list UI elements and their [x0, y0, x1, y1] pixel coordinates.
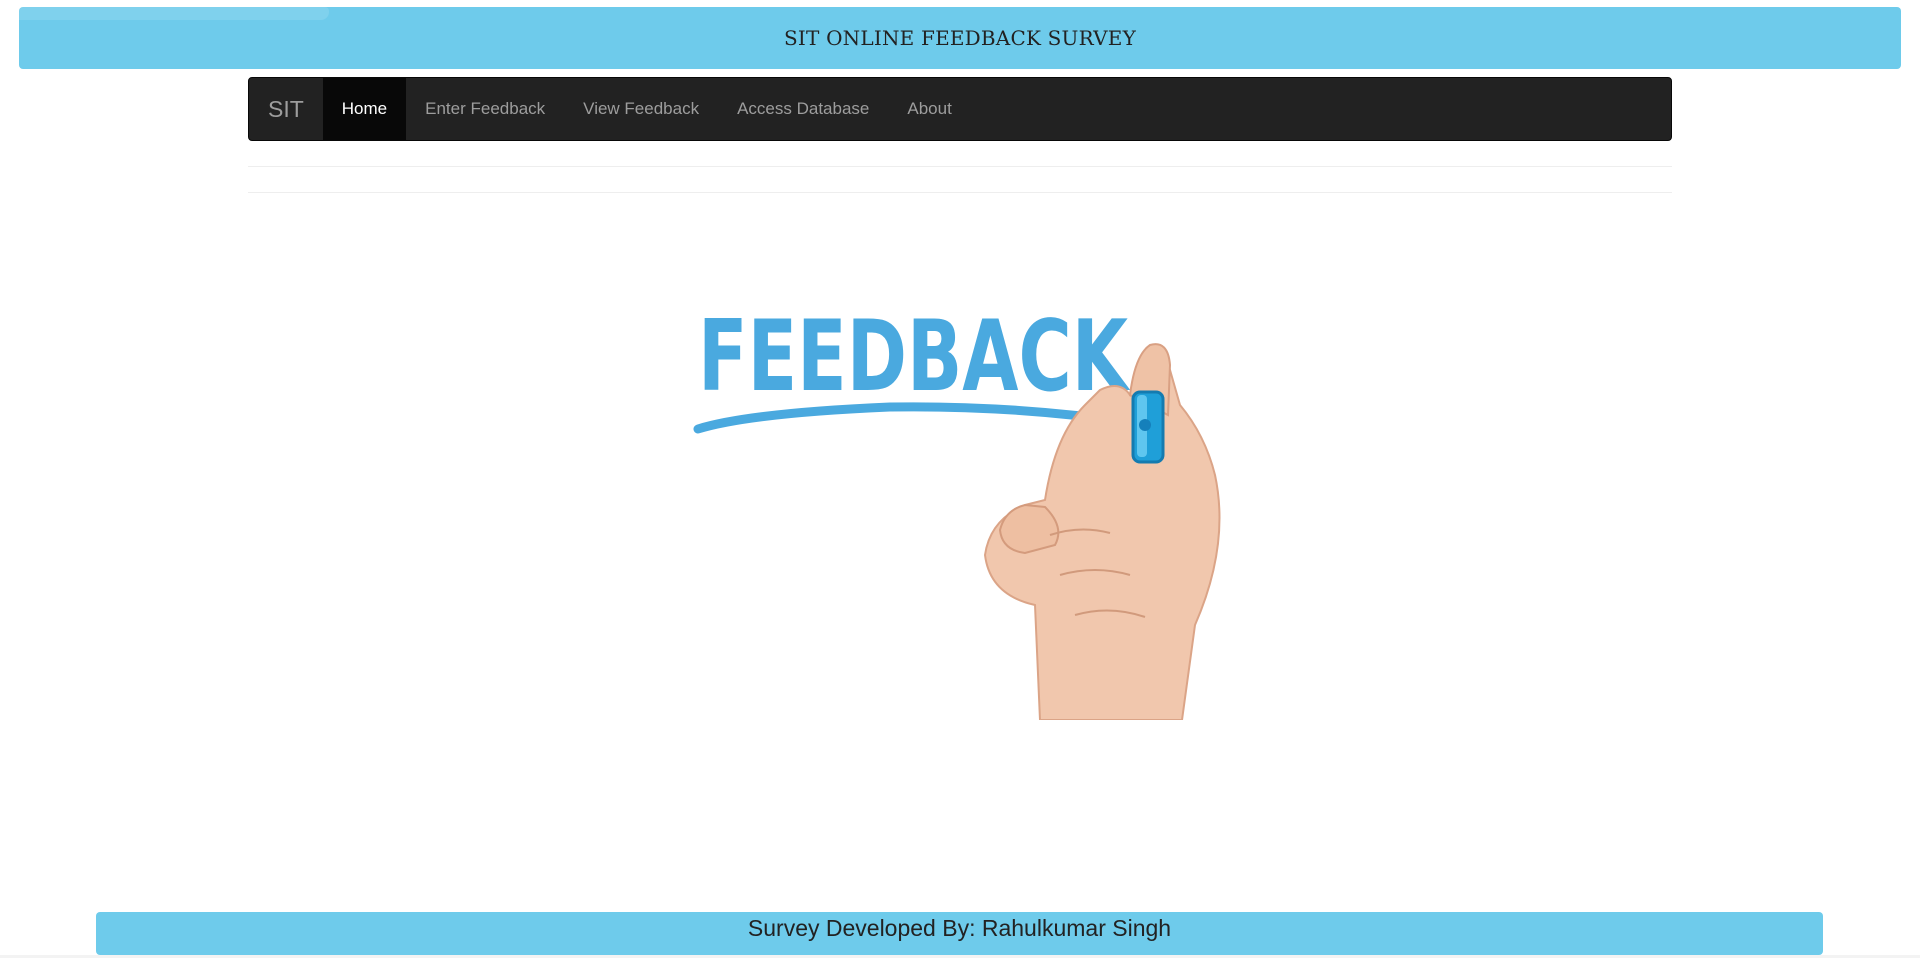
- navbar-brand[interactable]: SIT: [249, 78, 323, 140]
- navbar: SIT Home Enter Feedback View Feedback Ac…: [248, 77, 1672, 141]
- footer-bar: Survey Developed By: Rahulkumar Singh: [96, 912, 1823, 955]
- footer-credit: Survey Developed By: Rahulkumar Singh: [747, 915, 1172, 941]
- nav-item-view-feedback[interactable]: View Feedback: [564, 78, 718, 140]
- nav-item-home[interactable]: Home: [322, 78, 407, 140]
- nav-item-enter-feedback[interactable]: Enter Feedback: [406, 78, 564, 140]
- nav-item-access-database[interactable]: Access Database: [718, 78, 888, 140]
- feedback-word: FEEDBACK: [698, 300, 1130, 414]
- marker-icon: [1131, 390, 1165, 464]
- feedback-hero-image: FEEDBACK: [693, 300, 1221, 720]
- nav-list: Home Enter Feedback View Feedback Access…: [322, 78, 971, 140]
- page: SIT ONLINE FEEDBACK SURVEY SIT Home Ente…: [0, 0, 1920, 958]
- banner-shade: [19, 7, 329, 20]
- header-banner: SIT ONLINE FEEDBACK SURVEY: [19, 7, 1901, 69]
- divider-top: [248, 166, 1672, 167]
- divider-bottom: [248, 192, 1672, 193]
- nav-item-about[interactable]: About: [888, 78, 970, 140]
- page-title: SIT ONLINE FEEDBACK SURVEY: [783, 26, 1137, 50]
